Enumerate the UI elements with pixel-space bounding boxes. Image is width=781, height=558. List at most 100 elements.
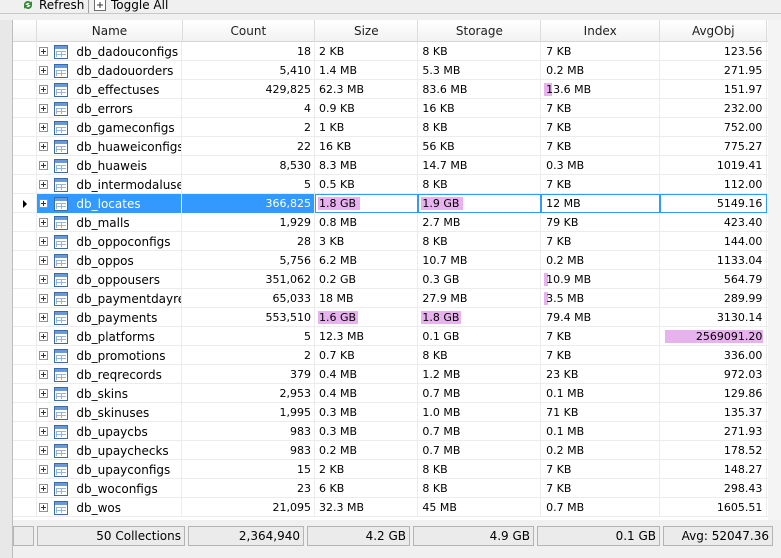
cell-count[interactable]: 351,062 [182, 270, 316, 289]
header-storage[interactable]: Storage [418, 20, 542, 42]
cell-count[interactable]: 553,510 [182, 308, 316, 327]
cell-storage[interactable]: 8 KB [418, 232, 542, 251]
expand-icon[interactable] [39, 104, 49, 113]
cell-index[interactable]: 0.7 MB [541, 498, 661, 517]
cell-index[interactable]: 7 KB [541, 175, 661, 194]
cell-name[interactable]: db_effectuses [37, 80, 183, 99]
cell-storage[interactable]: 8 KB [418, 42, 542, 61]
expand-icon[interactable] [39, 294, 49, 303]
table-row[interactable]: db_huaweis 8,530 8.3 MB 14.7 MB 0.3 MB 1019.4… [13, 156, 781, 175]
cell-name[interactable]: db_intermodalusers [37, 175, 183, 194]
cell-avgobj[interactable]: 271.93 [660, 422, 768, 441]
cell-name[interactable]: db_payments [37, 308, 183, 327]
cell-avgobj[interactable]: 972.03 [660, 365, 768, 384]
expand-icon[interactable] [39, 351, 49, 360]
table-row[interactable]: db_locates 366,825 1.8 GB 1.9 GB 12 MB 5149.1… [13, 194, 781, 213]
cell-size[interactable]: 0.2 GB [315, 270, 419, 289]
cell-count[interactable]: 5,756 [182, 251, 316, 270]
toggle-all-button[interactable]: Toggle All [93, 0, 168, 13]
cell-storage[interactable]: 14.7 MB [418, 156, 542, 175]
cell-size[interactable]: 2 KB [315, 42, 419, 61]
table-row[interactable]: db_paymentdayrep... 65,033 18 MB 27.9 MB 3.5… [13, 289, 781, 308]
cell-size[interactable]: 0.8 MB [315, 213, 419, 232]
cell-avgobj[interactable]: 123.56 [660, 42, 768, 61]
cell-storage[interactable]: 45 MB [418, 498, 542, 517]
vertical-scrollbar[interactable] [768, 20, 781, 520]
cell-index[interactable]: 7 KB [541, 327, 661, 346]
cell-avgobj[interactable]: 2569091.20 [660, 327, 768, 346]
cell-avgobj[interactable]: 289.99 [660, 289, 768, 308]
cell-count[interactable]: 23 [182, 479, 316, 498]
table-row[interactable]: db_errors 4 0.9 KB 16 KB 7 KB 232.00 [13, 99, 781, 118]
cell-size[interactable]: 0.7 KB [315, 346, 419, 365]
cell-avgobj[interactable]: 135.37 [660, 403, 768, 422]
expand-icon[interactable] [39, 503, 49, 512]
cell-avgobj[interactable]: 752.00 [660, 118, 768, 137]
cell-avgobj[interactable]: 178.52 [660, 441, 768, 460]
table-row[interactable]: db_payments 553,510 1.6 GB 1.8 GB 79.4 MB 313… [13, 308, 781, 327]
cell-avgobj[interactable]: 336.00 [660, 346, 768, 365]
cell-count[interactable]: 379 [182, 365, 316, 384]
cell-storage[interactable]: 0.3 GB [418, 270, 542, 289]
cell-count[interactable]: 1,929 [182, 213, 316, 232]
cell-index[interactable]: 12 MB [541, 194, 661, 213]
cell-avgobj[interactable]: 423.40 [660, 213, 768, 232]
cell-index[interactable]: 13.6 MB [541, 80, 661, 99]
cell-size[interactable]: 0.4 MB [315, 365, 419, 384]
cell-name[interactable]: db_huaweis [37, 156, 183, 175]
cell-index[interactable]: 79 KB [541, 213, 661, 232]
cell-count[interactable]: 2 [182, 118, 316, 137]
cell-name[interactable]: db_upaycbs [37, 422, 183, 441]
table-row[interactable]: db_upaycbs 983 0.3 MB 0.7 MB 0.1 MB 271.93 [13, 422, 781, 441]
cell-avgobj[interactable]: 3130.14 [660, 308, 768, 327]
cell-index[interactable]: 7 KB [541, 99, 661, 118]
cell-size[interactable]: 12.3 MB [315, 327, 419, 346]
cell-count[interactable]: 2,953 [182, 384, 316, 403]
cell-avgobj[interactable]: 1605.51 [660, 498, 768, 517]
cell-storage[interactable]: 0.7 MB [418, 441, 542, 460]
cell-size[interactable]: 1 KB [315, 118, 419, 137]
expand-icon[interactable] [39, 427, 49, 436]
cell-avgobj[interactable]: 1019.41 [660, 156, 768, 175]
cell-size[interactable]: 0.3 MB [315, 403, 419, 422]
cell-name[interactable]: db_errors [37, 99, 183, 118]
table-row[interactable]: db_upayconfigs 15 2 KB 8 KB 7 KB 148.27 [13, 460, 781, 479]
cell-name[interactable]: db_dadouconfigs [37, 42, 183, 61]
expand-icon[interactable] [39, 389, 49, 398]
cell-name[interactable]: db_upayconfigs [37, 460, 183, 479]
cell-size[interactable]: 32.3 MB [315, 498, 419, 517]
table-row[interactable]: db_huaweiconfigs 22 16 KB 56 KB 7 KB 775.27 [13, 137, 781, 156]
table-row[interactable]: db_effectuses 429,825 62.3 MB 83.6 MB 13.6 M… [13, 80, 781, 99]
cell-index[interactable]: 79.4 MB [541, 308, 661, 327]
cell-storage[interactable]: 16 KB [418, 99, 542, 118]
cell-name[interactable]: db_oppos [37, 251, 183, 270]
cell-avgobj[interactable]: 148.27 [660, 460, 768, 479]
expand-icon[interactable] [39, 446, 49, 455]
cell-size[interactable]: 18 MB [315, 289, 419, 308]
expand-icon[interactable] [39, 313, 49, 322]
cell-avgobj[interactable]: 298.43 [660, 479, 768, 498]
cell-size[interactable]: 8.3 MB [315, 156, 419, 175]
header-count[interactable]: Count [183, 20, 316, 42]
cell-index[interactable]: 71 KB [541, 403, 661, 422]
cell-name[interactable]: db_oppousers [37, 270, 183, 289]
expand-icon[interactable] [39, 85, 49, 94]
cell-count[interactable]: 22 [182, 137, 316, 156]
cell-storage[interactable]: 8 KB [418, 346, 542, 365]
cell-storage[interactable]: 8 KB [418, 175, 542, 194]
header-size[interactable]: Size [315, 20, 419, 42]
cell-count[interactable]: 429,825 [182, 80, 316, 99]
cell-avgobj[interactable]: 5149.16 [660, 194, 768, 213]
expand-icon[interactable] [39, 142, 49, 151]
cell-index[interactable]: 0.2 MB [541, 61, 661, 80]
table-row[interactable]: db_promotions 2 0.7 KB 8 KB 7 KB 336.00 [13, 346, 781, 365]
header-index[interactable]: Index [541, 20, 661, 42]
cell-index[interactable]: 0.2 MB [541, 441, 661, 460]
cell-name[interactable]: db_platforms [37, 327, 183, 346]
expand-icon[interactable] [39, 484, 49, 493]
table-row[interactable]: db_skinuses 1,995 0.3 MB 1.0 MB 71 KB 135.37 [13, 403, 781, 422]
cell-name[interactable]: db_paymentdayrep... [37, 289, 183, 308]
cell-name[interactable]: db_huaweiconfigs [37, 137, 183, 156]
cell-storage[interactable]: 0.7 MB [418, 384, 542, 403]
refresh-button[interactable]: Refresh [21, 0, 84, 13]
